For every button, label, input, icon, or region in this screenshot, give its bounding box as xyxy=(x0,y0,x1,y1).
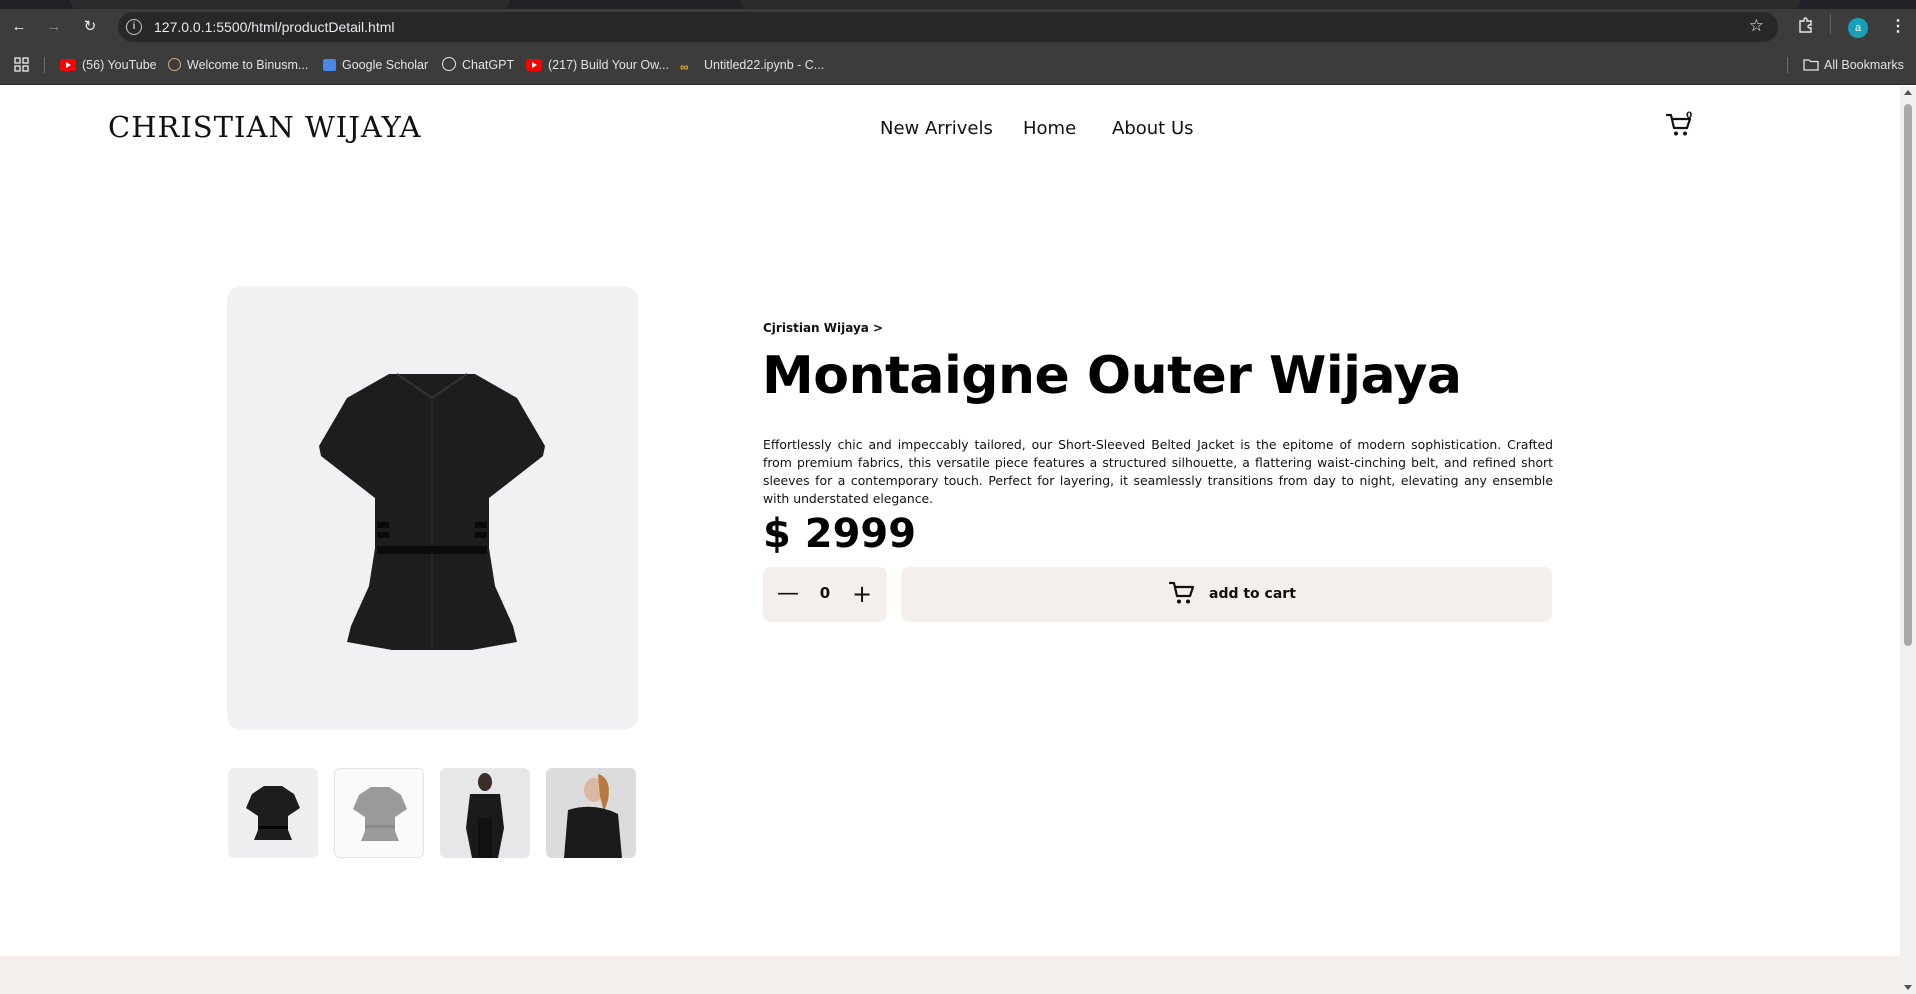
nav-home[interactable]: Home xyxy=(1023,118,1076,139)
browser-tab-active[interactable] xyxy=(740,0,1800,9)
chatgpt-icon xyxy=(442,57,456,71)
bookmarks-divider xyxy=(44,57,45,73)
forward-icon[interactable]: → xyxy=(45,18,63,36)
jacket-image xyxy=(319,373,545,650)
colab-icon: ∞ xyxy=(680,60,689,74)
toolbar-divider xyxy=(1830,14,1831,34)
url-text[interactable]: 127.0.0.1:5500/html/productDetail.html xyxy=(154,19,394,35)
quantity-stepper: — 0 + xyxy=(763,567,887,622)
apps-grid-icon[interactable] xyxy=(14,57,29,73)
bookmarks-divider xyxy=(1787,57,1788,73)
bookmark-google-scholar[interactable]: Google Scholar xyxy=(323,57,428,73)
cart-icon xyxy=(1168,580,1195,606)
menu-kebab-icon[interactable]: ⋮ xyxy=(1890,16,1906,36)
browser-toolbar: ← → ↻ i 127.0.0.1:5500/html/productDetai… xyxy=(0,9,1916,45)
binus-icon xyxy=(168,58,181,71)
add-to-cart-label: add to cart xyxy=(1209,586,1296,602)
page: CHRISTIAN WIJAYA New Arrivels Home About… xyxy=(0,86,1900,994)
nav-about-us[interactable]: About Us xyxy=(1112,118,1194,139)
breadcrumb[interactable]: Cjristian Wijaya > xyxy=(763,321,883,335)
thumbnail-1[interactable] xyxy=(228,768,318,858)
back-icon[interactable]: ← xyxy=(10,18,28,36)
nav-new-arrivals[interactable]: New Arrivels xyxy=(880,118,993,139)
bookmark-label: (56) YouTube xyxy=(82,58,157,72)
bookmark-youtube[interactable]: (56) YouTube xyxy=(60,57,157,73)
cart-count-badge: 0 xyxy=(1686,111,1693,121)
site-info-icon[interactable]: i xyxy=(126,19,142,35)
product-title: Montaigne Outer Wijaya xyxy=(762,346,1462,406)
quantity-value: 0 xyxy=(819,584,831,602)
scrollbar-thumb[interactable] xyxy=(1904,104,1912,646)
tab-strip xyxy=(0,0,1916,9)
footer xyxy=(0,956,1900,994)
all-bookmarks[interactable]: All Bookmarks xyxy=(1803,57,1904,73)
bookmark-label: Untitled22.ipynb - C... xyxy=(704,58,825,72)
bookmark-colab[interactable]: ∞ Untitled22.ipynb - C... xyxy=(680,57,824,73)
bookmark-chatgpt[interactable]: ChatGPT xyxy=(442,57,514,73)
youtube-icon xyxy=(60,59,76,71)
product-main-image xyxy=(227,286,638,730)
bookmark-star-icon[interactable]: ☆ xyxy=(1749,16,1764,36)
add-to-cart-button[interactable]: add to cart xyxy=(901,567,1552,622)
bookmark-binusmaya[interactable]: Welcome to Binusm... xyxy=(168,57,308,73)
product-price: $ 2999 xyxy=(763,511,917,557)
page-scrollbar[interactable] xyxy=(1900,86,1916,994)
product-description: Effortlessly chic and impeccably tailore… xyxy=(763,437,1553,506)
thumbnail-4[interactable] xyxy=(546,768,636,858)
scholar-icon xyxy=(323,59,336,71)
youtube-icon xyxy=(526,59,542,71)
address-bar[interactable]: i 127.0.0.1:5500/html/productDetail.html… xyxy=(118,12,1778,42)
thumbnail-2[interactable] xyxy=(334,768,424,858)
extensions-icon[interactable] xyxy=(1797,16,1815,39)
browser-tab[interactable] xyxy=(70,0,510,9)
thumbnail-3[interactable] xyxy=(440,768,530,858)
bookmark-label: (217) Build Your Ow... xyxy=(548,58,669,72)
all-bookmarks-label: All Bookmarks xyxy=(1824,58,1904,72)
brand-logo[interactable]: CHRISTIAN WIJAYA xyxy=(108,110,421,144)
bookmark-youtube-build[interactable]: (217) Build Your Ow... xyxy=(526,57,669,73)
increase-quantity-button[interactable]: + xyxy=(847,579,877,609)
decrease-quantity-button[interactable]: — xyxy=(773,579,803,609)
reload-icon[interactable]: ↻ xyxy=(81,18,99,36)
bookmark-label: Welcome to Binusm... xyxy=(187,58,309,72)
bookmarks-bar: (56) YouTube Welcome to Binusm... Google… xyxy=(0,45,1916,85)
bookmark-label: Google Scholar xyxy=(342,58,429,72)
folder-icon xyxy=(1803,59,1819,71)
profile-avatar[interactable]: a xyxy=(1848,18,1868,38)
bookmark-label: ChatGPT xyxy=(462,58,515,72)
scroll-up-icon[interactable] xyxy=(1904,90,1912,95)
scroll-down-icon[interactable] xyxy=(1904,985,1912,990)
